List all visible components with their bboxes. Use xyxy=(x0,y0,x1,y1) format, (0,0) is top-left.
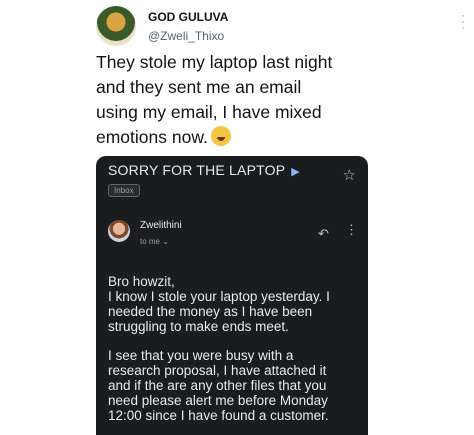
reply-icon[interactable]: ↶ xyxy=(318,226,329,242)
email-paragraph: I see that you were busy with a research… xyxy=(108,348,360,423)
email-body-line: 12:00 since I have found a customer. xyxy=(108,408,329,423)
tweet-text-line: using my email, I have mixed xyxy=(96,102,322,122)
email-subject-text: SORRY FOR THE LAPTOP xyxy=(108,162,286,178)
author-name[interactable]: GOD GULUVA xyxy=(148,10,228,24)
importance-marker-icon: ▶ xyxy=(291,166,300,178)
tweet-header: GOD GULUVA @Zweli_Thixo · · · xyxy=(96,4,465,48)
email-body-line: I see that you were busy with a xyxy=(108,348,294,363)
email-body-line: Bro howzit, xyxy=(108,274,175,289)
weary-face-icon xyxy=(210,126,231,146)
inbox-label-chip[interactable]: Inbox xyxy=(108,184,140,197)
sender-avatar[interactable] xyxy=(108,220,130,242)
more-options-icon[interactable]: · · · xyxy=(456,9,470,33)
star-icon[interactable]: ☆ xyxy=(343,166,356,184)
email-screenshot[interactable]: SORRY FOR THE LAPTOP ▶ ☆ Inbox Zwelithini… xyxy=(96,156,368,435)
recipient-text: to me xyxy=(140,237,161,246)
email-subject: SORRY FOR THE LAPTOP ▶ xyxy=(108,162,300,178)
tweet-text-line-last: emotions now. xyxy=(96,125,396,150)
tweet-text-line: They stole my laptop last night xyxy=(96,52,333,72)
email-body-line: struggling to make ends meet. xyxy=(108,319,289,334)
email-body-line: research proposal, I have attached it xyxy=(108,363,327,378)
email-paragraph: Bro howzit, I know I stole your laptop y… xyxy=(108,274,360,334)
sender-name[interactable]: Zwelithini xyxy=(140,220,182,231)
chevron-down-icon[interactable]: ⌄ xyxy=(162,237,169,246)
author-handle[interactable]: @Zweli_Thixo xyxy=(148,29,224,43)
email-body-line: I know I stole your laptop yesterday. I xyxy=(108,289,330,304)
recipient-details[interactable]: to me ⌄ xyxy=(140,237,169,246)
more-vert-icon[interactable]: ⋮ xyxy=(345,223,358,236)
tweet-text-line: and they sent me an email xyxy=(96,77,302,97)
avatar[interactable] xyxy=(96,6,136,46)
email-body: Bro howzit, I know I stole your laptop y… xyxy=(108,274,360,435)
email-body-line: need please alert me before Monday xyxy=(108,393,328,408)
email-body-line: and if the are any other files that you xyxy=(108,378,327,393)
tweet-text: They stole my laptop last night and they… xyxy=(96,50,396,150)
email-body-line: needed the money as I have been xyxy=(108,304,313,319)
tweet-text-segment: emotions now. xyxy=(96,127,208,147)
